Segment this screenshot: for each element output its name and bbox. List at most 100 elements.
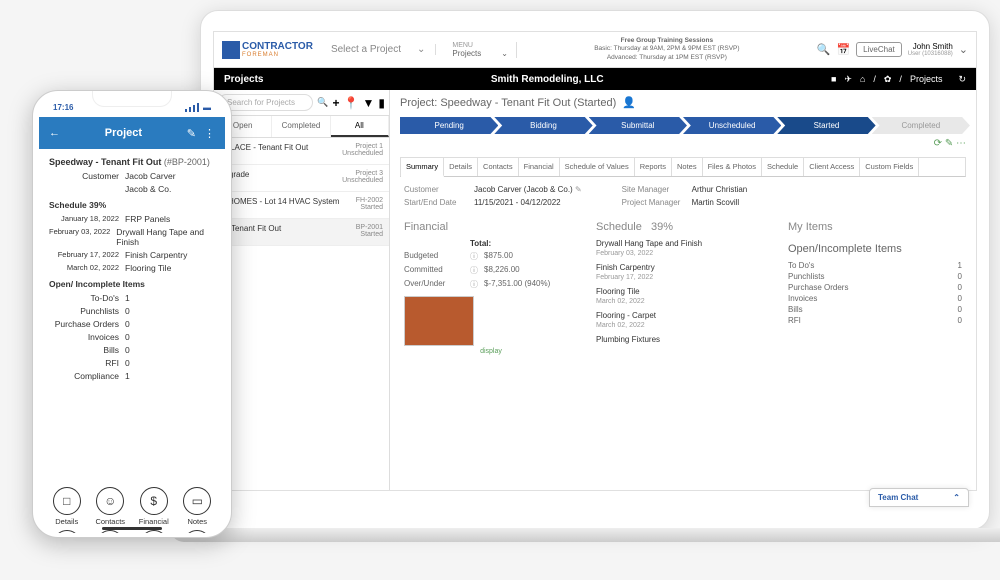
schedule-item[interactable]: Plumbing Fixtures [596,335,770,344]
phone-customer-label: Customer [49,171,125,181]
open-item-row[interactable]: Punchlists0 [788,272,962,281]
phone-action-custom[interactable]: ≣Custom [134,530,174,533]
tab-notes[interactable]: Notes [672,158,703,176]
more-icon[interactable]: ⋮ [204,127,215,140]
open-item-row[interactable]: To Do's1 [788,261,962,270]
phone-action-financial[interactable]: $Financial [134,487,174,526]
team-chat-widget[interactable]: Team Chat ⌃ [869,488,969,491]
main-content: Search for Projects 🔍 + 📍 ▼ ▮ Open Compl… [214,90,976,491]
project-list-item[interactable]: Project 3Unscheduledupgradeial [214,165,389,192]
video-icon[interactable]: ■ [831,74,836,84]
more-icon[interactable]: ⋯ [956,138,966,149]
home-indicator[interactable] [102,527,162,530]
user-menu[interactable]: John Smith User (10316088) [908,42,953,57]
edit-icon[interactable]: ✎ [945,138,953,149]
project-heading-text: Project: Speedway - Tenant Fit Out (Star… [400,97,616,109]
phone-action-files[interactable]: 🗀Files [47,530,87,533]
stage-completed[interactable]: Completed [872,117,970,134]
chevron-down-icon: ⌄ [417,44,425,55]
gear-icon[interactable]: ✿ [884,74,892,85]
phone-open-label: Open/ Incomplete Items [49,279,215,289]
breadcrumb-projects[interactable]: Projects [910,74,943,84]
over-label: Over/Under [404,279,464,290]
refresh-icon[interactable]: ⟳ [934,138,942,149]
stage-pending[interactable]: Pending [400,117,498,134]
app-window: CONTRACTOR FOREMAN Select a Project ⌄ ME… [213,31,977,491]
back-icon[interactable]: ← [49,127,60,139]
project-thumbnail[interactable] [404,296,474,346]
schedule-item[interactable]: Flooring Tile [596,287,770,296]
tab-custom-fields[interactable]: Custom Fields [860,158,919,176]
tab-files-photos[interactable]: Files & Photos [703,158,762,176]
phone-action-contacts[interactable]: ☺Contacts [90,487,130,526]
schedule-item[interactable]: Flooring - Carpet [596,311,770,320]
open-item-row[interactable]: Purchase Orders0 [788,283,962,292]
company-name: Smith Remodeling, LLC [263,74,830,85]
over-value: $-7,351.00 (940%) [484,279,550,290]
laptop-frame: CONTRACTOR FOREMAN Select a Project ⌄ ME… [200,10,990,530]
schedule-col: Schedule 39% Drywall Hang Tape and Finis… [596,221,770,355]
tab-summary[interactable]: Summary [401,158,444,177]
committed-value: $8,226.00 [484,265,520,276]
detail-tabs: SummaryDetailsContactsFinancialSchedule … [400,157,966,177]
open-item-row[interactable]: Bills0 [788,305,962,314]
stage-submittal[interactable]: Submittal [589,117,687,134]
search-input[interactable]: Search for Projects [218,94,313,111]
tab-schedule[interactable]: Schedule [762,158,804,176]
columns-icon[interactable]: ▮ [378,96,385,110]
open-item-row[interactable]: Invoices0 [788,294,962,303]
select-project-label: Select a Project [331,44,401,55]
select-project-dropdown[interactable]: Select a Project ⌄ [321,44,436,55]
project-list-panel: Search for Projects 🔍 + 📍 ▼ ▮ Open Compl… [214,90,390,491]
project-list-item[interactable]: FH-2002StartedD HOMES - Lot 14 HVAC Syst… [214,192,389,219]
open-item-row[interactable]: RFI0 [788,316,962,325]
committed-label: Committed [404,265,464,276]
tab-completed[interactable]: Completed [272,116,330,137]
stage-started[interactable]: Started [777,117,875,134]
myitems-col: My Items Open/Incomplete Items To Do's1P… [788,221,962,355]
chat-icon[interactable]: ✈ [844,74,852,85]
phone-action-details[interactable]: □Details [47,487,87,526]
home-icon[interactable]: ⌂ [860,74,865,84]
phone-action-new[interactable]: +New [177,530,217,533]
phone-header-title: Project [68,127,179,139]
header-icon-group: 🔍 📅 LiveChat John Smith User (10316088) … [817,42,968,57]
edit-icon[interactable]: ✎ [575,185,582,194]
filter-icon[interactable]: ▼ [363,96,375,110]
stage-unscheduled[interactable]: Unscheduled [683,117,781,134]
phone-schedule-row: March 02, 2022Flooring Tile [49,263,215,273]
search-icon[interactable]: 🔍 [317,97,328,108]
tab-schedule-of-values[interactable]: Schedule of Values [560,158,635,176]
pin-icon[interactable]: 📍 [344,96,359,110]
project-list-item[interactable]: BP-2001Startedy - Tenant Fit Outial [214,219,389,246]
person-icon[interactable]: 👤 [622,96,636,109]
chevron-down-icon[interactable]: ⌄ [959,43,968,56]
page-title: Projects [224,74,263,85]
phone-action-sov[interactable]: ⌸SOV [90,530,130,533]
search-icon[interactable]: 🔍 [817,43,831,56]
brand-icon [222,41,240,59]
add-icon[interactable]: + [333,96,340,110]
myitems-heading: My Items [788,221,962,233]
tab-client-access[interactable]: Client Access [804,158,860,176]
tab-contacts[interactable]: Contacts [478,158,519,176]
training-sessions[interactable]: Free Group Training Sessions Basic: Thur… [525,37,809,62]
tab-financial[interactable]: Financial [519,158,560,176]
customer-value: Jacob Carver (Jacob & Co.) [474,185,573,194]
refresh-icon[interactable]: ↻ [958,74,966,85]
schedule-item[interactable]: Drywall Hang Tape and Finish [596,239,770,248]
schedule-item[interactable]: Finish Carpentry [596,263,770,272]
brand-logo[interactable]: CONTRACTOR FOREMAN [222,41,313,59]
edit-icon[interactable]: ✎ [187,127,196,140]
phone-action-notes[interactable]: ▭Notes [177,487,217,526]
project-info: CustomerJacob Carver (Jacob & Co.) ✎ Sta… [400,177,966,215]
calendar-icon[interactable]: 📅 [836,43,850,56]
livechat-button[interactable]: LiveChat [856,42,902,57]
tab-reports[interactable]: Reports [635,158,672,176]
project-list-item[interactable]: Project 1UnscheduledPALACE - Tenant Fit … [214,138,389,165]
thumbnail-label[interactable]: display [404,348,578,355]
tab-details[interactable]: Details [444,158,478,176]
stage-bidding[interactable]: Bidding [494,117,592,134]
menu-dropdown[interactable]: MENU Projects ⌄ [444,42,517,58]
tab-all[interactable]: All [331,116,389,137]
